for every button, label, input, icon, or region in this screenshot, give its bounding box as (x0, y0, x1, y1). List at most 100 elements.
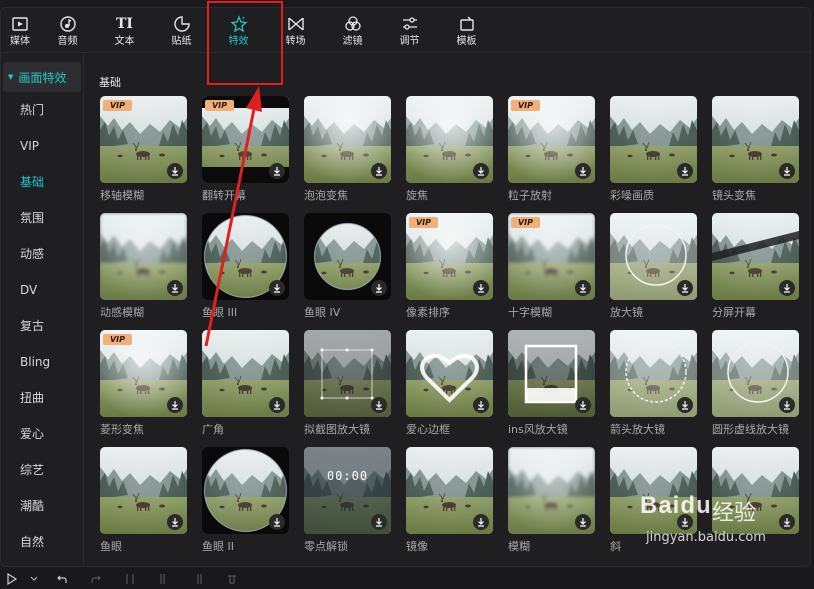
effect-thumbnail[interactable] (712, 96, 799, 183)
sidebar-item[interactable]: 潮酷 (1, 488, 83, 524)
effect-card[interactable]: 彩噪画质 (610, 96, 697, 203)
effect-card[interactable]: 分屏开幕 (712, 213, 799, 320)
trim-left-icon[interactable] (154, 569, 174, 589)
effect-thumbnail[interactable]: VIP (100, 96, 187, 183)
delete-icon[interactable] (222, 569, 242, 589)
sidebar-item[interactable]: VIP (1, 128, 83, 164)
effect-thumbnail[interactable]: VIP (508, 96, 595, 183)
effect-thumbnail[interactable] (304, 330, 391, 417)
sidebar-item[interactable]: 综艺 (1, 452, 83, 488)
effect-thumbnail[interactable] (406, 447, 493, 534)
sidebar-item[interactable]: 热门 (1, 92, 83, 128)
chevron-down-icon[interactable] (24, 569, 44, 589)
effect-card[interactable]: VIP 翻转开幕 (202, 96, 289, 203)
effect-card[interactable]: 箭头放大镜 (610, 330, 697, 437)
sidebar-item[interactable]: 氛围 (1, 200, 83, 236)
download-icon[interactable] (269, 280, 285, 296)
effect-thumbnail[interactable] (100, 447, 187, 534)
trim-right-icon[interactable] (188, 569, 208, 589)
sidebar-item[interactable]: Bling (1, 344, 83, 380)
download-icon[interactable] (371, 280, 387, 296)
effect-card[interactable]: 放大镜 (610, 213, 697, 320)
effect-thumbnail[interactable] (202, 213, 289, 300)
effect-card[interactable]: 镜像 (406, 447, 493, 554)
effect-thumbnail[interactable] (610, 330, 697, 417)
download-icon[interactable] (167, 163, 183, 179)
effect-card[interactable]: VIP 十字模糊 (508, 213, 595, 320)
download-icon[interactable] (677, 280, 693, 296)
sidebar-item[interactable]: 自然 (1, 524, 83, 560)
download-icon[interactable] (167, 514, 183, 530)
effect-card[interactable]: 拟截图放大镜 (304, 330, 391, 437)
download-icon[interactable] (575, 280, 591, 296)
sidebar-item[interactable]: 动感 (1, 236, 83, 272)
select-tool-icon[interactable] (2, 569, 22, 589)
download-icon[interactable] (167, 280, 183, 296)
download-icon[interactable] (575, 514, 591, 530)
effect-card[interactable]: 鱼眼 III (202, 213, 289, 320)
effect-thumbnail[interactable] (202, 330, 289, 417)
download-icon[interactable] (269, 163, 285, 179)
effect-thumbnail[interactable] (610, 213, 697, 300)
tab-audio[interactable]: 音频 (39, 8, 96, 53)
effect-thumbnail[interactable] (712, 213, 799, 300)
sidebar-item[interactable]: 爱心 (1, 416, 83, 452)
effect-thumbnail[interactable] (508, 447, 595, 534)
effect-card[interactable]: 旋焦 (406, 96, 493, 203)
effect-thumbnail[interactable]: VIP (100, 330, 187, 417)
effect-card[interactable]: 模糊 (508, 447, 595, 554)
redo-icon[interactable] (86, 569, 106, 589)
effect-card[interactable]: VIP 移轴模糊 (100, 96, 187, 203)
download-icon[interactable] (677, 163, 693, 179)
download-icon[interactable] (167, 397, 183, 413)
effect-thumbnail[interactable]: VIP (202, 96, 289, 183)
tab-sticker[interactable]: 贴纸 (153, 8, 210, 53)
download-icon[interactable] (269, 514, 285, 530)
effect-card[interactable]: 鱼眼 IV (304, 213, 391, 320)
tab-media[interactable]: 媒体 (1, 8, 39, 53)
effect-thumbnail[interactable] (406, 96, 493, 183)
tab-text[interactable]: TI 文本 (96, 8, 153, 53)
effect-card[interactable]: VIP 像素排序 (406, 213, 493, 320)
effect-card[interactable]: 鱼眼 (100, 447, 187, 554)
effect-card[interactable]: 圆形虚线放大镜 (712, 330, 799, 437)
sidebar-item[interactable]: 扭曲 (1, 380, 83, 416)
tab-template[interactable]: 模板 (438, 8, 495, 53)
download-icon[interactable] (677, 397, 693, 413)
tab-filter[interactable]: 滤镜 (324, 8, 381, 53)
effect-thumbnail[interactable] (202, 447, 289, 534)
download-icon[interactable] (779, 280, 795, 296)
effect-thumbnail[interactable] (610, 96, 697, 183)
effect-thumbnail[interactable]: VIP (406, 213, 493, 300)
effect-card[interactable]: VIP 菱形变焦 (100, 330, 187, 437)
effect-card[interactable]: VIP 粒子放射 (508, 96, 595, 203)
download-icon[interactable] (779, 163, 795, 179)
split-icon[interactable] (120, 569, 140, 589)
sidebar-item[interactable]: 复古 (1, 308, 83, 344)
effect-card[interactable]: 动感模糊 (100, 213, 187, 320)
effect-card[interactable]: 00:00 零点解锁 (304, 447, 391, 554)
download-icon[interactable] (473, 280, 489, 296)
effect-thumbnail[interactable] (304, 213, 391, 300)
download-icon[interactable] (371, 163, 387, 179)
effect-thumbnail[interactable] (406, 330, 493, 417)
sidebar-item[interactable]: DV (1, 272, 83, 308)
effect-thumbnail[interactable] (100, 213, 187, 300)
download-icon[interactable] (779, 397, 795, 413)
effect-thumbnail[interactable] (712, 330, 799, 417)
sidebar-header-screen-effects[interactable]: ▼ 画面特效 (3, 62, 81, 92)
effect-thumbnail[interactable] (508, 330, 595, 417)
tab-adjust[interactable]: 调节 (381, 8, 438, 53)
effect-card[interactable]: 爱心边框 (406, 330, 493, 437)
sidebar-item[interactable]: 基础 (1, 164, 83, 200)
effect-card[interactable]: 鱼眼 II (202, 447, 289, 554)
effect-thumbnail[interactable] (304, 96, 391, 183)
download-icon[interactable] (473, 163, 489, 179)
download-icon[interactable] (269, 397, 285, 413)
effect-card[interactable]: ins风放大镜 (508, 330, 595, 437)
effect-thumbnail[interactable]: VIP (508, 213, 595, 300)
download-icon[interactable] (575, 163, 591, 179)
effect-card[interactable]: 镜头变焦 (712, 96, 799, 203)
effect-card[interactable]: 广角 (202, 330, 289, 437)
download-icon[interactable] (575, 397, 591, 413)
